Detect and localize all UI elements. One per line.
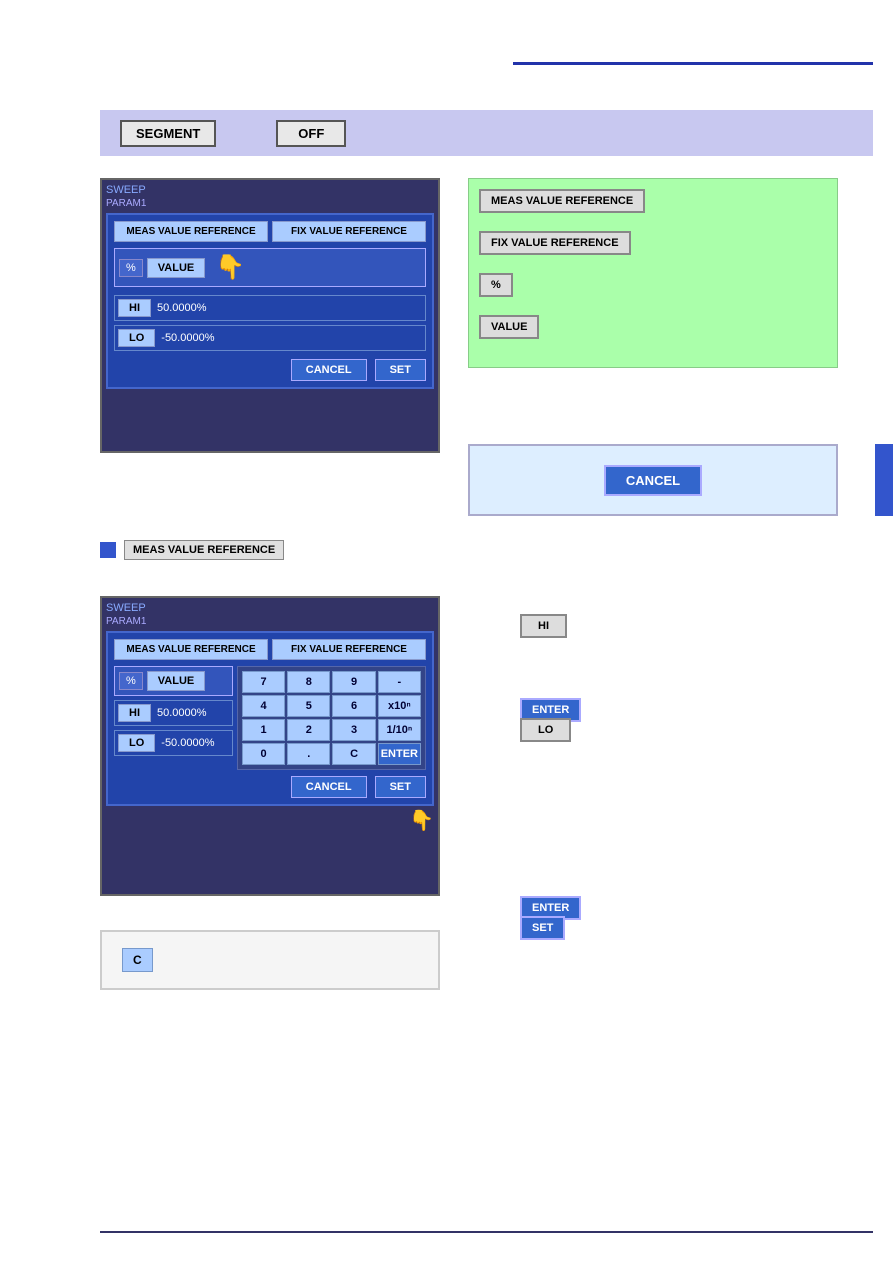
cancel-button-top[interactable]: CANCEL (291, 359, 367, 381)
c-button[interactable]: C (122, 948, 153, 972)
num-3[interactable]: 3 (332, 719, 375, 741)
lo-value: -50.0000% (161, 332, 214, 344)
segment-button[interactable]: SEGMENT (120, 120, 216, 147)
off-button[interactable]: OFF (276, 120, 346, 147)
lo-button[interactable]: LO (118, 329, 155, 347)
hi-lo-numpad-left: % VALUE HI 50.0000% LO -50.0000% (114, 666, 233, 770)
hi-row: HI 50.0000% (114, 295, 426, 321)
num-2[interactable]: 2 (287, 719, 330, 741)
top-decorative-line (513, 62, 873, 65)
panel-bottom-buttons-2: CANCEL SET (114, 776, 426, 798)
lo-button-right[interactable]: LO (520, 718, 571, 742)
top-screenshot-panel: SWEEP PARAM1 MEAS VALUE REFERENCE FIX VA… (100, 178, 440, 453)
meas-value-ref-button-bottom[interactable]: MEAS VALUE REFERENCE (114, 639, 268, 660)
pct-section: % (479, 273, 827, 305)
value-button[interactable]: VALUE (147, 258, 205, 278)
value-input-row-bottom: % VALUE (114, 666, 233, 696)
header-bar: SEGMENT OFF (100, 110, 873, 156)
c-box: C (100, 930, 440, 990)
lo-row-bottom: LO -50.0000% (114, 730, 233, 756)
param-title-bottom: PARAM1 (106, 616, 434, 627)
hi-lo-section: HI 50.0000% LO -50.0000% (114, 295, 426, 351)
hand-icon-bottom: 👇 (106, 808, 434, 833)
hi-lo-section-bottom: HI 50.0000% LO -50.0000% (114, 700, 233, 756)
hi-value-bottom: 50.0000% (157, 707, 207, 719)
hi-button-bottom[interactable]: HI (118, 704, 151, 722)
meas-ref-section: MEAS VALUE REFERENCE (479, 189, 827, 221)
fix-value-ref-button-bottom[interactable]: FIX VALUE REFERENCE (272, 639, 426, 660)
value-button-bottom[interactable]: VALUE (147, 671, 205, 691)
hi-button-right[interactable]: HI (520, 614, 567, 638)
set-button-bottom[interactable]: SET (375, 776, 426, 798)
sweep-title: SWEEP (106, 184, 434, 196)
num-enter[interactable]: ENTER (378, 743, 421, 765)
cancel-main-button[interactable]: CANCEL (604, 465, 702, 496)
inner-panel: MEAS VALUE REFERENCE FIX VALUE REFERENCE… (106, 213, 434, 389)
numpad-panel: 7 8 9 - 4 5 6 x10ⁿ 1 2 3 1/10ⁿ 0 . C ENT… (237, 666, 426, 770)
num-dot[interactable]: . (287, 743, 330, 765)
hi-row-bottom: HI 50.0000% (114, 700, 233, 726)
unit-percent-bottom: % (119, 672, 143, 690)
num-4[interactable]: 4 (242, 695, 285, 717)
bottom-main-area: % VALUE HI 50.0000% LO -50.0000% 7 (114, 666, 426, 770)
blue-indicator-square (100, 542, 116, 558)
panel-bottom-buttons: CANCEL SET (114, 359, 426, 381)
bottom-screenshot-panel: SWEEP PARAM1 MEAS VALUE REFERENCE FIX VA… (100, 596, 440, 896)
meas-indicator-row: MEAS VALUE REFERENCE (100, 540, 284, 560)
blue-tab-right (875, 444, 893, 516)
value-input-row: % VALUE 👇 (114, 248, 426, 287)
bottom-decorative-line (100, 1231, 873, 1233)
num-1[interactable]: 1 (242, 719, 285, 741)
param-title: PARAM1 (106, 198, 434, 209)
num-6[interactable]: 6 (332, 695, 375, 717)
num-7[interactable]: 7 (242, 671, 285, 693)
ref-buttons-row-bottom: MEAS VALUE REFERENCE FIX VALUE REFERENCE (114, 639, 426, 660)
num-8[interactable]: 8 (287, 671, 330, 693)
lo-button-bottom[interactable]: LO (118, 734, 155, 752)
hi-value: 50.0000% (157, 302, 207, 314)
value-section: VALUE (479, 315, 827, 347)
num-minus[interactable]: - (378, 671, 421, 693)
num-5[interactable]: 5 (287, 695, 330, 717)
ref-buttons-row: MEAS VALUE REFERENCE FIX VALUE REFERENCE (114, 221, 426, 242)
num-x10n[interactable]: x10ⁿ (378, 695, 421, 717)
fix-ref-section: FIX VALUE REFERENCE (479, 231, 827, 263)
meas-value-ref-button[interactable]: MEAS VALUE REFERENCE (114, 221, 268, 242)
hand-pointer-icon: 👇 (215, 253, 245, 282)
set-button-top[interactable]: SET (375, 359, 426, 381)
lo-value-bottom: -50.0000% (161, 737, 214, 749)
fix-ref-green-button[interactable]: FIX VALUE REFERENCE (479, 231, 631, 255)
lo-row: LO -50.0000% (114, 325, 426, 351)
cancel-highlight-box: CANCEL (468, 444, 838, 516)
set-button-right[interactable]: SET (520, 916, 565, 940)
fix-value-ref-button[interactable]: FIX VALUE REFERENCE (272, 221, 426, 242)
hi-button[interactable]: HI (118, 299, 151, 317)
numpad-grid: 7 8 9 - 4 5 6 x10ⁿ 1 2 3 1/10ⁿ 0 . C ENT… (242, 671, 421, 765)
right-green-panel: MEAS VALUE REFERENCE FIX VALUE REFERENCE… (468, 178, 838, 368)
unit-percent: % (119, 259, 143, 277)
meas-ref-green-button[interactable]: MEAS VALUE REFERENCE (479, 189, 645, 213)
meas-value-reference-label: MEAS VALUE REFERENCE (124, 540, 284, 560)
sweep-title-bottom: SWEEP (106, 602, 434, 614)
cancel-button-bottom[interactable]: CANCEL (291, 776, 367, 798)
num-c[interactable]: C (332, 743, 375, 765)
pct-green-button[interactable]: % (479, 273, 513, 297)
num-inv[interactable]: 1/10ⁿ (378, 719, 421, 741)
num-9[interactable]: 9 (332, 671, 375, 693)
inner-panel-bottom: MEAS VALUE REFERENCE FIX VALUE REFERENCE… (106, 631, 434, 806)
value-green-button[interactable]: VALUE (479, 315, 539, 339)
num-0[interactable]: 0 (242, 743, 285, 765)
